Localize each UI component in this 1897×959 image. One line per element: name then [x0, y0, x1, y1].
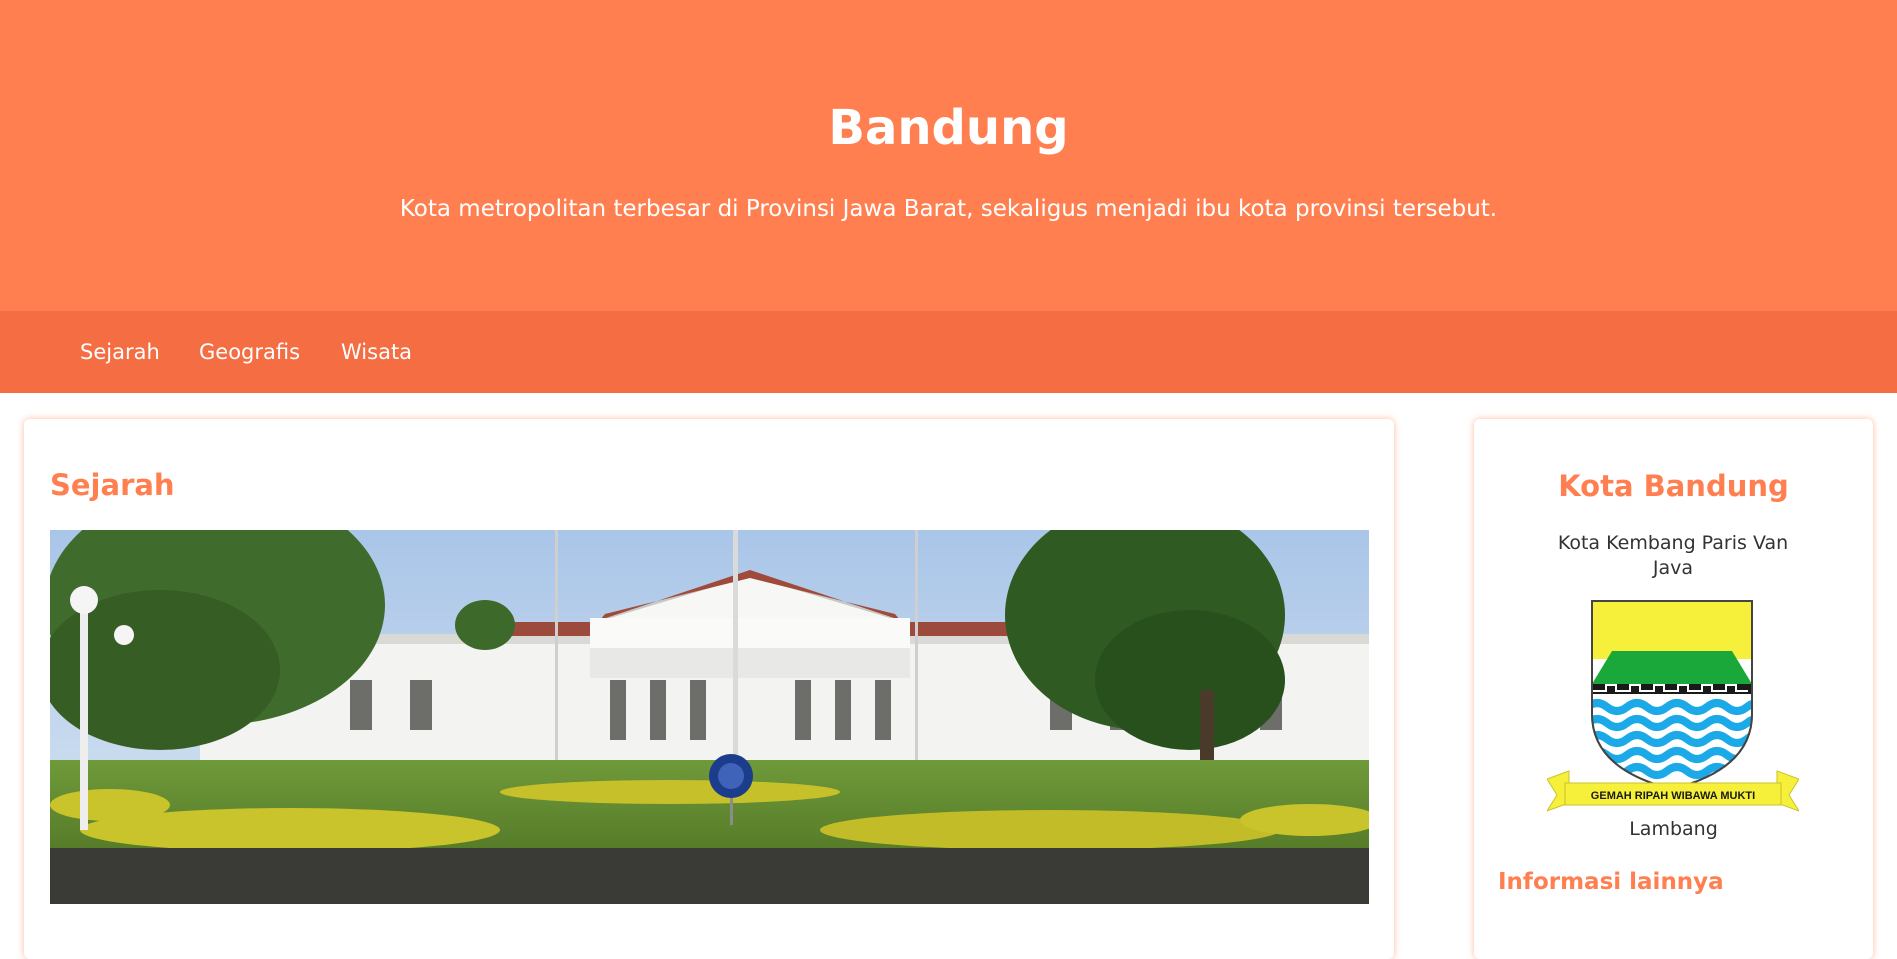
section-title-sejarah: Sejarah [50, 468, 175, 502]
gedung-sate-photo [50, 530, 1369, 904]
sidebar-title: Kota Bandung [1558, 469, 1789, 503]
nav-item-geografis[interactable]: Geografis [199, 337, 300, 367]
nav-item-wisata[interactable]: Wisata [341, 337, 412, 367]
page-subtitle: Kota metropolitan terbesar di Provinsi J… [399, 196, 1498, 222]
main-navigation: Sejarah Geografis Wisata [0, 311, 1897, 393]
page-title: Bandung [828, 100, 1069, 156]
content-card: Sejarah [24, 419, 1394, 959]
city-tagline: Kota Kembang Paris Van Java [1557, 532, 1789, 579]
emblem-motto: GEMAH RIPAH WIBAWA MUKTI [1591, 790, 1755, 802]
bandung-coat-of-arms: GEMAH RIPAH WIBAWA MUKTI [1547, 600, 1799, 812]
emblem-caption: Lambang [1629, 818, 1718, 840]
nav-item-sejarah[interactable]: Sejarah [80, 337, 160, 367]
site-header: Bandung Kota metropolitan terbesar di Pr… [0, 0, 1897, 311]
sidebar-card: Kota Bandung Kota Kembang Paris Van Java [1474, 419, 1873, 959]
more-info-heading: Informasi lainnya [1498, 869, 1724, 895]
